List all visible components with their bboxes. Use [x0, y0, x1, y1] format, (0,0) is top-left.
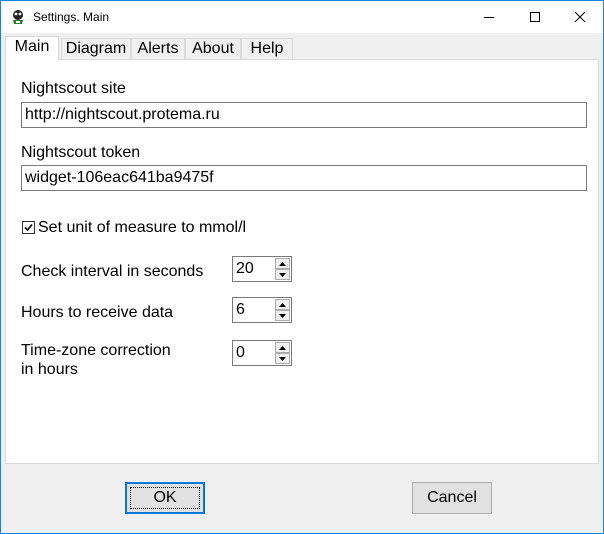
- token-input-value: widget-106eac641ba9475f: [25, 169, 214, 186]
- ok-button[interactable]: OK: [125, 482, 205, 514]
- cancel-button-label: Cancel: [427, 489, 477, 506]
- arrow-up-icon: [279, 302, 286, 307]
- app-icon: [13, 10, 23, 24]
- tab-diagram-label: Diagram: [65, 40, 127, 57]
- maximize-button[interactable]: [512, 1, 558, 33]
- tz-up-button[interactable]: [275, 342, 290, 353]
- check-interval-value[interactable]: 20: [236, 257, 254, 281]
- tab-alerts[interactable]: Alerts: [131, 38, 185, 60]
- site-input-value: http://nightscout.protema.ru: [25, 106, 220, 123]
- hours-up-button[interactable]: [275, 299, 290, 310]
- checkmark-icon: [24, 223, 33, 232]
- window-title: Settings. Main: [33, 10, 110, 24]
- tab-main[interactable]: Main: [5, 36, 59, 61]
- check-interval-down-button[interactable]: [275, 269, 290, 280]
- close-icon: [575, 12, 585, 22]
- title-bar[interactable]: Settings. Main: [1, 1, 603, 33]
- tz-down-button[interactable]: [275, 353, 290, 364]
- maximize-icon: [530, 12, 540, 22]
- hours-value[interactable]: 6: [236, 298, 245, 322]
- tab-about[interactable]: About: [185, 38, 241, 60]
- tz-stepper[interactable]: 0: [232, 340, 292, 366]
- unit-checkbox-label[interactable]: Set unit of measure to mmol/l: [38, 218, 246, 237]
- tab-strip: Main Diagram Alerts About Help: [5, 36, 599, 61]
- arrow-down-icon: [279, 356, 286, 361]
- close-button[interactable]: [557, 1, 603, 33]
- tz-value[interactable]: 0: [236, 341, 245, 365]
- check-interval-stepper[interactable]: 20: [232, 256, 292, 282]
- minimize-icon: [484, 17, 494, 18]
- check-interval-label: Check interval in seconds: [21, 263, 204, 280]
- main-tab-panel: Nightscout site http://nightscout.protem…: [5, 59, 599, 464]
- tz-label-line2: in hours: [21, 361, 78, 378]
- site-input[interactable]: http://nightscout.protema.ru: [21, 102, 587, 128]
- tz-label-line1: Time-zone correction: [21, 342, 171, 359]
- tab-about-label: About: [192, 40, 234, 57]
- hours-stepper[interactable]: 6: [232, 297, 292, 323]
- minimize-button[interactable]: [466, 1, 512, 33]
- settings-window: Settings. Main Main Diagram Alerts About…: [0, 0, 604, 534]
- hours-label: Hours to receive data: [21, 304, 174, 321]
- arrow-up-icon: [279, 261, 286, 266]
- arrow-down-icon: [279, 272, 286, 277]
- focus-ring: [130, 487, 200, 509]
- arrow-down-icon: [279, 313, 286, 318]
- site-label: Nightscout site: [21, 80, 126, 97]
- arrow-up-icon: [279, 345, 286, 350]
- tab-main-label: Main: [14, 38, 50, 55]
- tab-alerts-label: Alerts: [137, 40, 179, 57]
- tab-diagram[interactable]: Diagram: [61, 38, 131, 60]
- tab-help-label: Help: [250, 40, 284, 57]
- hours-down-button[interactable]: [275, 310, 290, 321]
- tab-help[interactable]: Help: [241, 38, 293, 60]
- unit-checkbox[interactable]: [22, 221, 35, 234]
- token-label: Nightscout token: [21, 144, 141, 161]
- check-interval-up-button[interactable]: [275, 258, 290, 269]
- token-input[interactable]: widget-106eac641ba9475f: [21, 165, 587, 191]
- cancel-button[interactable]: Cancel: [412, 482, 492, 514]
